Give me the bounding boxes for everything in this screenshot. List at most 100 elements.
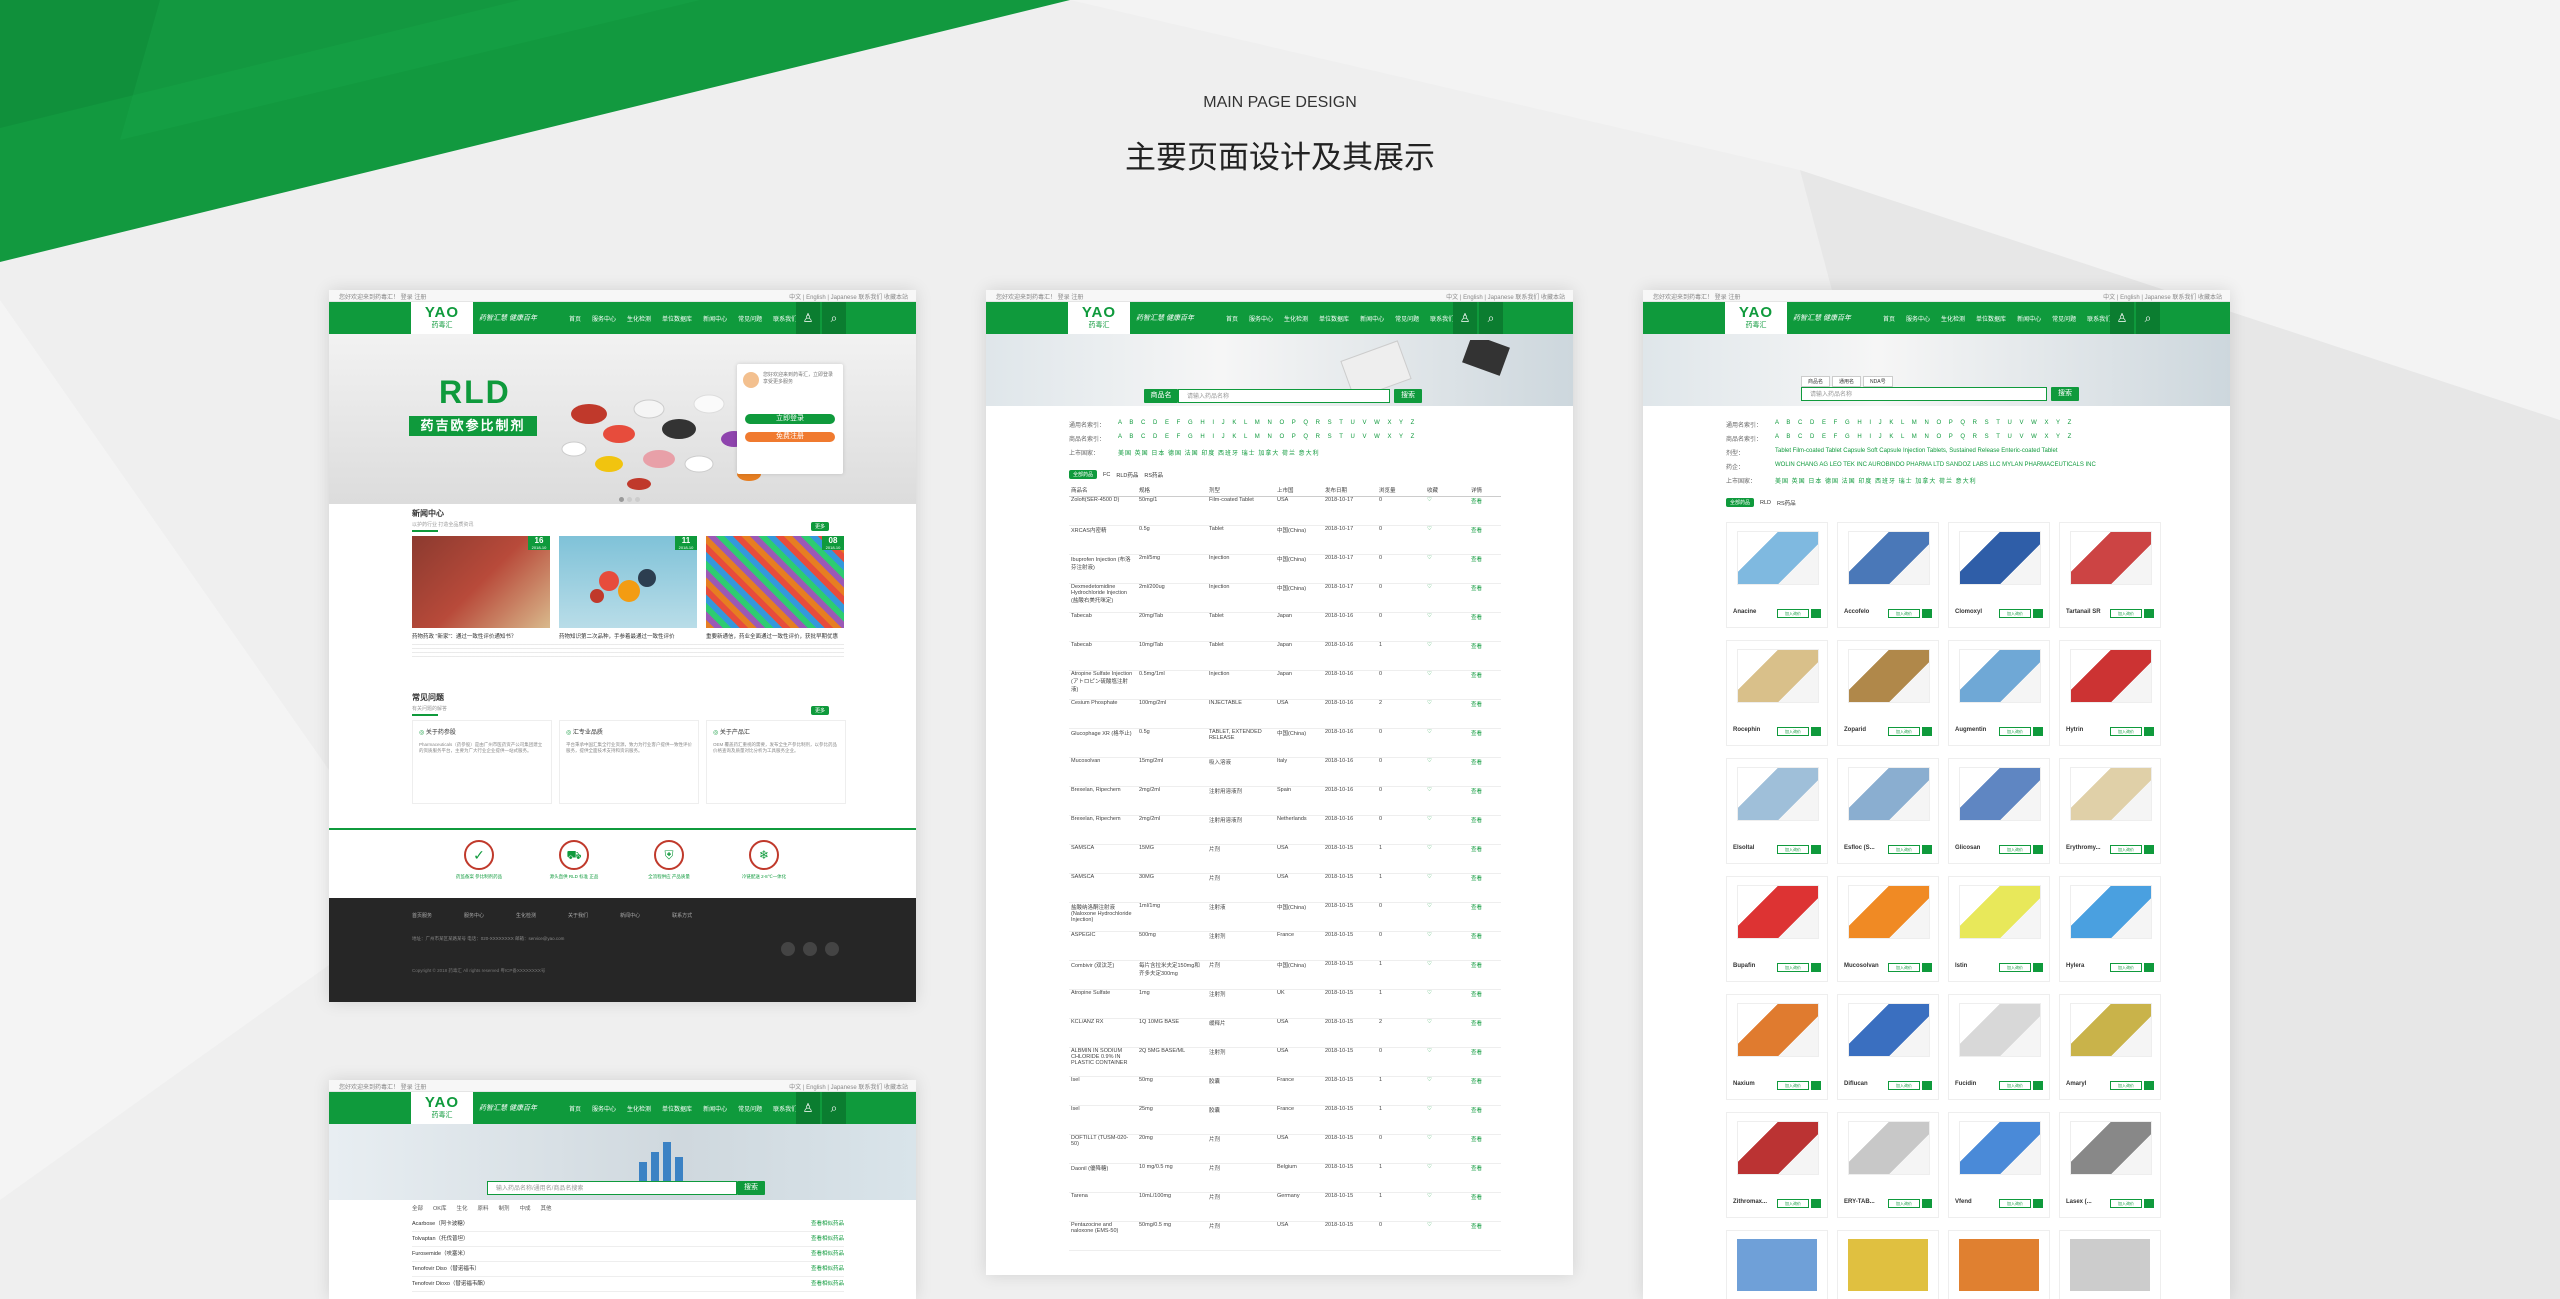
faq-card-3[interactable]: ◎ 关于产品汇 OEM 覆盖药汇重视的需要，发布全生产参比制剂，以参比药品价格查…	[706, 720, 846, 804]
product-card[interactable]: Amaryl 加入询价	[2059, 994, 2161, 1100]
site-logo[interactable]: YAO 药毒汇	[411, 1092, 473, 1124]
inquiry-button[interactable]: 加入询价	[2110, 609, 2142, 618]
cart-icon[interactable]	[1811, 727, 1821, 736]
news-image-3[interactable]: 08 2018-10	[706, 536, 844, 628]
table-cell[interactable]: 查看	[1469, 989, 1501, 1018]
table-row[interactable]: ASPEGIC 500mg 注射剂 France 2018-10-15 0 ♡ 查看	[1069, 931, 1501, 960]
favorite-icon[interactable]: ♡	[1425, 815, 1469, 844]
product-card[interactable]: Accofelo 加入询价	[1837, 522, 1939, 628]
news-text-2[interactable]: 药物知识第二次品种，手参着最通过一致性评价	[559, 632, 697, 640]
product-card[interactable]: Fucidin 加入询价	[1948, 994, 2050, 1100]
inquiry-button[interactable]: 加入询价	[2110, 963, 2142, 972]
product-card[interactable]: Tartanail SR 加入询价	[2059, 522, 2161, 628]
search-input[interactable]: 请输入药品名称	[1801, 387, 2047, 401]
favorite-icon[interactable]: ♡	[1425, 989, 1469, 1018]
product-card[interactable]: Diflucan 加入询价	[1837, 994, 1939, 1100]
product-card[interactable]: Elsoltal 加入询价	[1726, 758, 1828, 864]
nav-item[interactable]: 联系我们	[773, 314, 797, 323]
table-row[interactable]: 盐酸纳洛酮注射液(Naloxone Hydrochloride Injectio…	[1069, 902, 1501, 931]
favorite-icon[interactable]: ♡	[1425, 699, 1469, 728]
cart-icon[interactable]	[1811, 1081, 1821, 1090]
alphabet-brand[interactable]: A B C D E F G H I J K L M N O P Q R S T …	[1118, 434, 1417, 440]
cart-icon[interactable]	[1811, 1199, 1821, 1208]
news-image-1[interactable]: 16 2018-10	[412, 536, 550, 628]
carousel-dots[interactable]	[619, 489, 649, 502]
search-icon[interactable]: ⌕	[822, 1092, 846, 1124]
nav-item[interactable]: 新闻中心	[703, 314, 727, 323]
product-card[interactable]: Mucosolvan 加入询价	[1837, 876, 1939, 982]
news-text-1[interactable]: 药物药政 "新家"：通过一致性评价通知书？	[412, 632, 550, 640]
table-cell[interactable]: 查看	[1469, 496, 1501, 525]
site-logo[interactable]: YAO 药毒汇	[1068, 302, 1130, 334]
product-card[interactable]: Glicosan 加入询价	[1948, 758, 2050, 864]
list-item[interactable]: Tenofovir Dioxo（替诺福韦酯） 查看相似药品	[412, 1277, 844, 1292]
cart-icon[interactable]	[2144, 1081, 2154, 1090]
nav-item[interactable]: 生化检测	[627, 314, 651, 323]
product-card[interactable]	[1948, 1230, 2050, 1299]
table-row[interactable]: Dexmedetomidine Hydrochloride Injection …	[1069, 583, 1501, 612]
faq-card-2[interactable]: ◎ 汇专业品质 平台秉承中国汇集全行业资源，致力为行业客户提供一致性评价服务，提…	[559, 720, 699, 804]
table-cell[interactable]: 查看	[1469, 960, 1501, 989]
cart-icon[interactable]	[2033, 963, 2043, 972]
table-row[interactable]: ALBMIN IN SODIUM CHLORIDE 0.9% IN PLASTI…	[1069, 1047, 1501, 1076]
product-card[interactable]	[1726, 1230, 1828, 1299]
cart-icon[interactable]	[1922, 845, 1932, 854]
table-cell[interactable]: 查看	[1469, 873, 1501, 902]
alphabet-brand[interactable]: A B C D E F G H I J K L M N O P Q R S T …	[1775, 434, 2074, 440]
inquiry-button[interactable]: 加入询价	[2110, 1081, 2142, 1090]
favorite-icon[interactable]: ♡	[1425, 1018, 1469, 1047]
table-cell[interactable]: 查看	[1469, 1018, 1501, 1047]
cart-icon[interactable]	[1811, 963, 1821, 972]
cart-icon[interactable]	[2033, 1199, 2043, 1208]
news-more-button[interactable]: 更多	[811, 522, 830, 531]
product-card[interactable]: Anacine 加入询价	[1726, 522, 1828, 628]
table-cell[interactable]: 查看	[1469, 1163, 1501, 1192]
table-cell[interactable]: 查看	[1469, 1221, 1501, 1250]
favorite-icon[interactable]: ♡	[1425, 1221, 1469, 1250]
faq-more-button[interactable]: 更多	[811, 706, 830, 715]
favorite-icon[interactable]: ♡	[1425, 1105, 1469, 1134]
table-row[interactable]: Tarena 10mL/100mg 片剂 Germany 2018-10-15 1 ♡ 查看	[1069, 1192, 1501, 1221]
inquiry-button[interactable]: 加入询价	[1777, 963, 1809, 972]
favorite-icon[interactable]: ♡	[1425, 583, 1469, 612]
site-logo[interactable]: YAO 药毒汇	[411, 302, 473, 334]
table-row[interactable]: Brexelan, Ripechem 2mg/2ml 注射用溶液剂 Netherlan…	[1069, 815, 1501, 844]
inquiry-button[interactable]: 加入询价	[1777, 845, 1809, 854]
favorite-icon[interactable]: ♡	[1425, 786, 1469, 815]
search-icon[interactable]: ⌕	[1479, 302, 1503, 334]
search-type-select[interactable]: 商品名	[1144, 389, 1178, 403]
table-row[interactable]: SAMSCA 30MG 片剂 USA 2018-10-15 1 ♡ 查看	[1069, 873, 1501, 902]
product-card[interactable]: Clomoxyl 加入询价	[1948, 522, 2050, 628]
list-item[interactable]: Furosemide（呋塞米） 查看相似药品	[412, 1247, 844, 1262]
table-row[interactable]: Mucosolvan 15mg/2ml 吸入溶液 Italy 2018-10-16 0 ♡ 查…	[1069, 757, 1501, 786]
inquiry-button[interactable]: 加入询价	[2110, 845, 2142, 854]
inquiry-button[interactable]: 加入询价	[1888, 845, 1920, 854]
table-row[interactable]: Tabecab 20mg/Tab Tablet Japan 2018-10-16 0 ♡ 查看	[1069, 612, 1501, 641]
cart-icon[interactable]	[1922, 963, 1932, 972]
user-icon[interactable]: ♙	[2110, 302, 2134, 334]
cart-icon[interactable]	[2144, 845, 2154, 854]
favorite-icon[interactable]: ♡	[1425, 1047, 1469, 1076]
table-row[interactable]: KCL/ANZ RX 1Q 10MG BASE 缓释片 USA 2018-10-15 2 ♡…	[1069, 1018, 1501, 1047]
favorite-icon[interactable]: ♡	[1425, 1076, 1469, 1105]
inquiry-button[interactable]: 加入询价	[1999, 1081, 2031, 1090]
product-card[interactable]: Rocephin 加入询价	[1726, 640, 1828, 746]
table-cell[interactable]: 查看	[1469, 641, 1501, 670]
favorite-icon[interactable]: ♡	[1425, 1163, 1469, 1192]
inquiry-button[interactable]: 加入询价	[1888, 609, 1920, 618]
table-cell[interactable]: 查看	[1469, 554, 1501, 583]
product-card[interactable]: Augmentin 加入询价	[1948, 640, 2050, 746]
table-row[interactable]: XRCAS内密精 0.5g Tablet 中国(China) 2018-10-17 0 ♡ 查…	[1069, 525, 1501, 554]
product-card[interactable]: Naxium 加入询价	[1726, 994, 1828, 1100]
table-cell[interactable]: 查看	[1469, 728, 1501, 757]
favorite-icon[interactable]: ♡	[1425, 728, 1469, 757]
table-row[interactable]: Pentazocine and naloxone (EMS-50) 50mg/0.…	[1069, 1221, 1501, 1250]
table-row[interactable]: Atropine Sulfate Injection (アトロピン硫酸塩注射液)…	[1069, 670, 1501, 699]
weibo-icon[interactable]	[781, 942, 795, 956]
cart-icon[interactable]	[1811, 845, 1821, 854]
search-button[interactable]: 搜索	[1394, 389, 1422, 403]
table-row[interactable]: Brexelan, Ripechem 2mg/2ml 注射用溶液剂 Spain 2018…	[1069, 786, 1501, 815]
faq-card-1[interactable]: ◎ 关于药参股 Pharmaceuticals（药参股）是由广州市医药资产公司集…	[412, 720, 552, 804]
table-row[interactable]: Glucophage XR (格华止) 0.5g TABLET, EXTENDED …	[1069, 728, 1501, 757]
inquiry-button[interactable]: 加入询价	[1888, 727, 1920, 736]
